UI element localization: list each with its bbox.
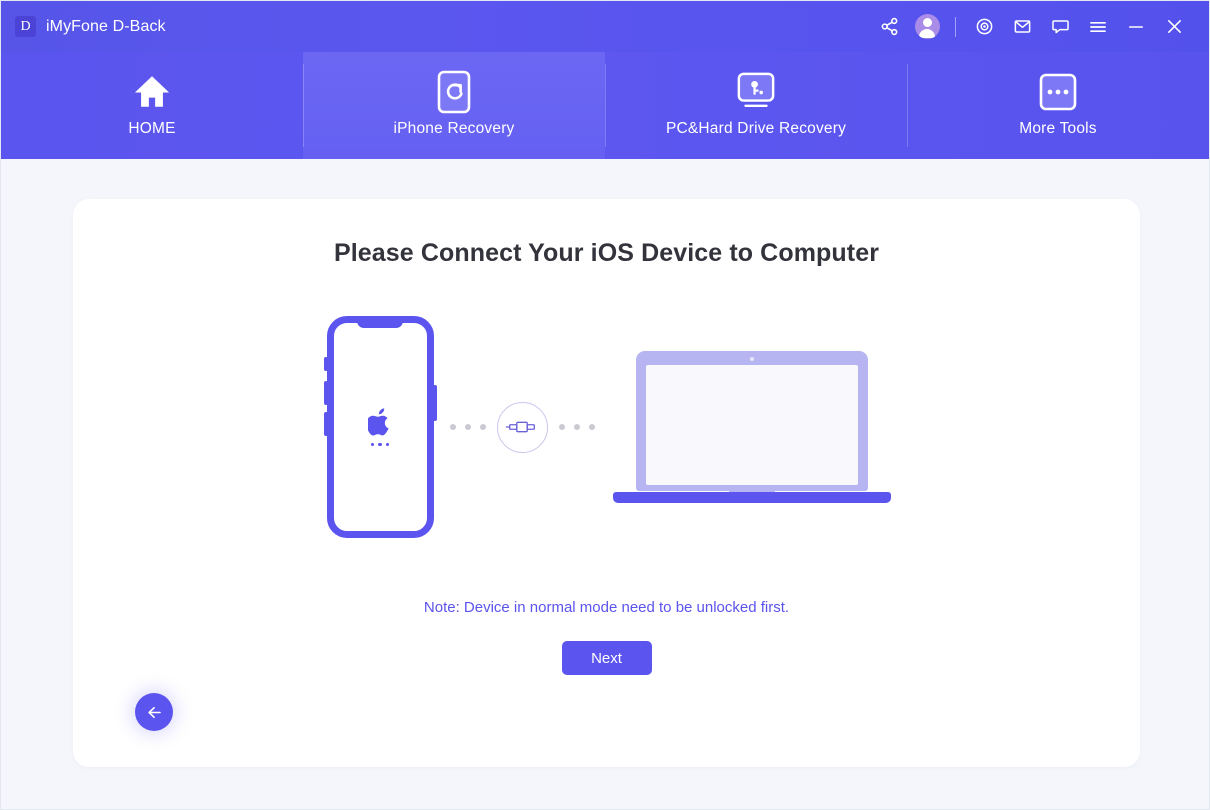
phone-loading-dots — [370, 442, 390, 447]
tab-label-pc-hard-drive-recovery: PC&Hard Drive Recovery — [665, 119, 847, 137]
tab-iphone-recovery[interactable]: iPhone Recovery — [303, 52, 605, 159]
tab-home[interactable]: HOME — [1, 52, 303, 159]
main-nav: HOME iPhone Recovery PC&Hard Drive Recov… — [1, 52, 1209, 159]
titlebar-actions — [870, 8, 1193, 46]
chat-icon[interactable] — [1041, 8, 1079, 46]
next-button[interactable]: Next — [561, 641, 652, 675]
content-stage: Please Connect Your iOS Device to Comput… — [1, 159, 1209, 809]
laptop-base — [612, 492, 891, 503]
avatar — [914, 14, 940, 39]
laptop-screen — [645, 365, 858, 485]
title-bar: D iMyFone D-Back — [1, 1, 1209, 52]
phone-mute-button — [323, 357, 328, 371]
phone-screen — [334, 323, 427, 531]
page-title: Please Connect Your iOS Device to Comput… — [333, 239, 880, 267]
phone-volume-up-button — [323, 381, 328, 405]
note-text: Note: Device in normal mode need to be u… — [423, 599, 790, 616]
titlebar-divider — [955, 16, 956, 37]
arrow-left-icon — [147, 706, 161, 718]
app-logo: D — [15, 16, 36, 37]
tab-label-more-tools: More Tools — [1019, 119, 1097, 137]
connection-link — [449, 401, 595, 453]
home-icon — [133, 70, 171, 114]
tab-label-home: HOME — [128, 119, 176, 137]
phone-power-button — [432, 385, 437, 421]
app-title: iMyFone D-Back — [46, 17, 166, 35]
apple-logo-icon — [368, 408, 389, 436]
tab-more-tools[interactable]: More Tools — [907, 52, 1209, 159]
share-icon[interactable] — [870, 8, 908, 46]
app-window: D iMyFone D-Back HOME iPhone Recovery PC… — [0, 0, 1210, 810]
account-icon[interactable] — [908, 8, 946, 46]
iphone-illustration — [323, 316, 437, 538]
tab-label-iphone-recovery: iPhone Recovery — [393, 119, 515, 137]
settings-icon[interactable] — [965, 8, 1003, 46]
connection-illustration — [73, 307, 1140, 547]
back-button[interactable] — [135, 693, 173, 731]
monitor-key-icon — [735, 70, 777, 114]
tab-pc-hard-drive-recovery[interactable]: PC&Hard Drive Recovery — [605, 52, 907, 159]
phone-refresh-icon — [437, 70, 471, 114]
dots-left — [449, 424, 486, 430]
usb-cable-icon — [496, 401, 548, 453]
laptop-illustration — [612, 351, 891, 503]
laptop-camera — [749, 357, 754, 361]
minimize-icon[interactable] — [1117, 8, 1155, 46]
close-icon[interactable] — [1155, 8, 1193, 46]
laptop-lid — [635, 351, 868, 491]
menu-icon[interactable] — [1079, 8, 1117, 46]
phone-volume-down-button — [323, 412, 328, 436]
more-dots-icon — [1039, 70, 1077, 114]
mail-icon[interactable] — [1003, 8, 1041, 46]
content-card: Please Connect Your iOS Device to Comput… — [73, 199, 1140, 767]
brand: D iMyFone D-Back — [15, 16, 166, 37]
dots-right — [558, 424, 595, 430]
